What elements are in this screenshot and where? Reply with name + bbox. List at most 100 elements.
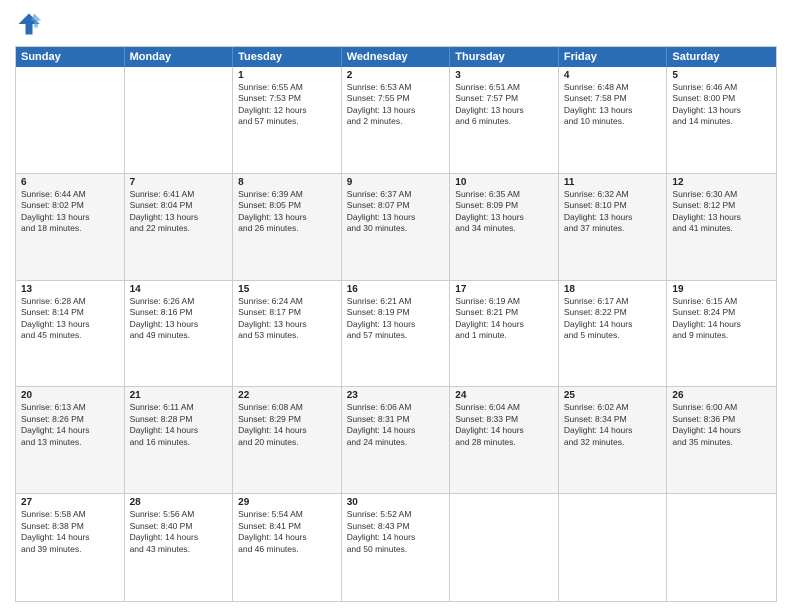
day-number: 6 xyxy=(21,177,119,188)
day-info: Sunrise: 6:35 AM Sunset: 8:09 PM Dayligh… xyxy=(455,189,553,235)
header-day-tuesday: Tuesday xyxy=(233,47,342,67)
week-row-3: 13Sunrise: 6:28 AM Sunset: 8:14 PM Dayli… xyxy=(16,281,776,388)
cal-cell: 19Sunrise: 6:15 AM Sunset: 8:24 PM Dayli… xyxy=(667,281,776,387)
day-number: 8 xyxy=(238,177,336,188)
cal-cell: 16Sunrise: 6:21 AM Sunset: 8:19 PM Dayli… xyxy=(342,281,451,387)
calendar-body: 1Sunrise: 6:55 AM Sunset: 7:53 PM Daylig… xyxy=(16,67,776,601)
day-number: 5 xyxy=(672,70,771,81)
cal-cell: 27Sunrise: 5:58 AM Sunset: 8:38 PM Dayli… xyxy=(16,494,125,601)
cal-cell: 11Sunrise: 6:32 AM Sunset: 8:10 PM Dayli… xyxy=(559,174,668,280)
cal-cell: 17Sunrise: 6:19 AM Sunset: 8:21 PM Dayli… xyxy=(450,281,559,387)
week-row-1: 1Sunrise: 6:55 AM Sunset: 7:53 PM Daylig… xyxy=(16,67,776,174)
day-info: Sunrise: 6:00 AM Sunset: 8:36 PM Dayligh… xyxy=(672,402,771,448)
day-info: Sunrise: 6:02 AM Sunset: 8:34 PM Dayligh… xyxy=(564,402,662,448)
day-number: 7 xyxy=(130,177,228,188)
cal-cell xyxy=(450,494,559,601)
day-number: 10 xyxy=(455,177,553,188)
day-number: 30 xyxy=(347,497,445,508)
day-info: Sunrise: 5:58 AM Sunset: 8:38 PM Dayligh… xyxy=(21,509,119,555)
day-number: 17 xyxy=(455,284,553,295)
day-number: 28 xyxy=(130,497,228,508)
day-info: Sunrise: 6:48 AM Sunset: 7:58 PM Dayligh… xyxy=(564,82,662,128)
cal-cell: 14Sunrise: 6:26 AM Sunset: 8:16 PM Dayli… xyxy=(125,281,234,387)
logo xyxy=(15,10,47,38)
cal-cell xyxy=(559,494,668,601)
cal-cell: 20Sunrise: 6:13 AM Sunset: 8:26 PM Dayli… xyxy=(16,387,125,493)
day-info: Sunrise: 6:44 AM Sunset: 8:02 PM Dayligh… xyxy=(21,189,119,235)
day-number: 3 xyxy=(455,70,553,81)
cal-cell: 30Sunrise: 5:52 AM Sunset: 8:43 PM Dayli… xyxy=(342,494,451,601)
day-number: 16 xyxy=(347,284,445,295)
day-number: 29 xyxy=(238,497,336,508)
day-info: Sunrise: 6:17 AM Sunset: 8:22 PM Dayligh… xyxy=(564,296,662,342)
day-info: Sunrise: 6:51 AM Sunset: 7:57 PM Dayligh… xyxy=(455,82,553,128)
calendar: SundayMondayTuesdayWednesdayThursdayFrid… xyxy=(15,46,777,602)
day-info: Sunrise: 6:30 AM Sunset: 8:12 PM Dayligh… xyxy=(672,189,771,235)
cal-cell xyxy=(125,67,234,173)
cal-cell: 13Sunrise: 6:28 AM Sunset: 8:14 PM Dayli… xyxy=(16,281,125,387)
calendar-header: SundayMondayTuesdayWednesdayThursdayFrid… xyxy=(16,47,776,67)
day-info: Sunrise: 6:39 AM Sunset: 8:05 PM Dayligh… xyxy=(238,189,336,235)
cal-cell: 7Sunrise: 6:41 AM Sunset: 8:04 PM Daylig… xyxy=(125,174,234,280)
day-number: 2 xyxy=(347,70,445,81)
week-row-2: 6Sunrise: 6:44 AM Sunset: 8:02 PM Daylig… xyxy=(16,174,776,281)
day-info: Sunrise: 6:04 AM Sunset: 8:33 PM Dayligh… xyxy=(455,402,553,448)
day-info: Sunrise: 6:55 AM Sunset: 7:53 PM Dayligh… xyxy=(238,82,336,128)
day-info: Sunrise: 6:32 AM Sunset: 8:10 PM Dayligh… xyxy=(564,189,662,235)
cal-cell: 8Sunrise: 6:39 AM Sunset: 8:05 PM Daylig… xyxy=(233,174,342,280)
cal-cell xyxy=(16,67,125,173)
day-info: Sunrise: 5:56 AM Sunset: 8:40 PM Dayligh… xyxy=(130,509,228,555)
day-number: 18 xyxy=(564,284,662,295)
day-info: Sunrise: 6:26 AM Sunset: 8:16 PM Dayligh… xyxy=(130,296,228,342)
cal-cell: 4Sunrise: 6:48 AM Sunset: 7:58 PM Daylig… xyxy=(559,67,668,173)
cal-cell: 28Sunrise: 5:56 AM Sunset: 8:40 PM Dayli… xyxy=(125,494,234,601)
page: SundayMondayTuesdayWednesdayThursdayFrid… xyxy=(0,0,792,612)
cal-cell: 15Sunrise: 6:24 AM Sunset: 8:17 PM Dayli… xyxy=(233,281,342,387)
day-number: 4 xyxy=(564,70,662,81)
cal-cell: 9Sunrise: 6:37 AM Sunset: 8:07 PM Daylig… xyxy=(342,174,451,280)
cal-cell: 3Sunrise: 6:51 AM Sunset: 7:57 PM Daylig… xyxy=(450,67,559,173)
day-number: 11 xyxy=(564,177,662,188)
cal-cell: 22Sunrise: 6:08 AM Sunset: 8:29 PM Dayli… xyxy=(233,387,342,493)
day-info: Sunrise: 6:19 AM Sunset: 8:21 PM Dayligh… xyxy=(455,296,553,342)
day-info: Sunrise: 6:41 AM Sunset: 8:04 PM Dayligh… xyxy=(130,189,228,235)
week-row-5: 27Sunrise: 5:58 AM Sunset: 8:38 PM Dayli… xyxy=(16,494,776,601)
logo-icon xyxy=(15,10,43,38)
day-number: 27 xyxy=(21,497,119,508)
header xyxy=(15,10,777,38)
day-number: 12 xyxy=(672,177,771,188)
day-info: Sunrise: 6:28 AM Sunset: 8:14 PM Dayligh… xyxy=(21,296,119,342)
header-day-saturday: Saturday xyxy=(667,47,776,67)
cal-cell: 24Sunrise: 6:04 AM Sunset: 8:33 PM Dayli… xyxy=(450,387,559,493)
day-info: Sunrise: 6:24 AM Sunset: 8:17 PM Dayligh… xyxy=(238,296,336,342)
cal-cell: 18Sunrise: 6:17 AM Sunset: 8:22 PM Dayli… xyxy=(559,281,668,387)
day-info: Sunrise: 6:37 AM Sunset: 8:07 PM Dayligh… xyxy=(347,189,445,235)
cal-cell: 5Sunrise: 6:46 AM Sunset: 8:00 PM Daylig… xyxy=(667,67,776,173)
day-info: Sunrise: 6:06 AM Sunset: 8:31 PM Dayligh… xyxy=(347,402,445,448)
day-info: Sunrise: 6:13 AM Sunset: 8:26 PM Dayligh… xyxy=(21,402,119,448)
day-number: 24 xyxy=(455,390,553,401)
header-day-wednesday: Wednesday xyxy=(342,47,451,67)
day-number: 15 xyxy=(238,284,336,295)
header-day-monday: Monday xyxy=(125,47,234,67)
header-day-thursday: Thursday xyxy=(450,47,559,67)
day-info: Sunrise: 6:53 AM Sunset: 7:55 PM Dayligh… xyxy=(347,82,445,128)
day-info: Sunrise: 6:15 AM Sunset: 8:24 PM Dayligh… xyxy=(672,296,771,342)
cal-cell: 1Sunrise: 6:55 AM Sunset: 7:53 PM Daylig… xyxy=(233,67,342,173)
day-number: 25 xyxy=(564,390,662,401)
day-number: 9 xyxy=(347,177,445,188)
day-number: 21 xyxy=(130,390,228,401)
cal-cell: 6Sunrise: 6:44 AM Sunset: 8:02 PM Daylig… xyxy=(16,174,125,280)
day-number: 14 xyxy=(130,284,228,295)
cal-cell xyxy=(667,494,776,601)
cal-cell: 10Sunrise: 6:35 AM Sunset: 8:09 PM Dayli… xyxy=(450,174,559,280)
cal-cell: 26Sunrise: 6:00 AM Sunset: 8:36 PM Dayli… xyxy=(667,387,776,493)
header-day-sunday: Sunday xyxy=(16,47,125,67)
day-number: 13 xyxy=(21,284,119,295)
header-day-friday: Friday xyxy=(559,47,668,67)
cal-cell: 21Sunrise: 6:11 AM Sunset: 8:28 PM Dayli… xyxy=(125,387,234,493)
day-number: 23 xyxy=(347,390,445,401)
day-number: 1 xyxy=(238,70,336,81)
day-info: Sunrise: 6:08 AM Sunset: 8:29 PM Dayligh… xyxy=(238,402,336,448)
week-row-4: 20Sunrise: 6:13 AM Sunset: 8:26 PM Dayli… xyxy=(16,387,776,494)
